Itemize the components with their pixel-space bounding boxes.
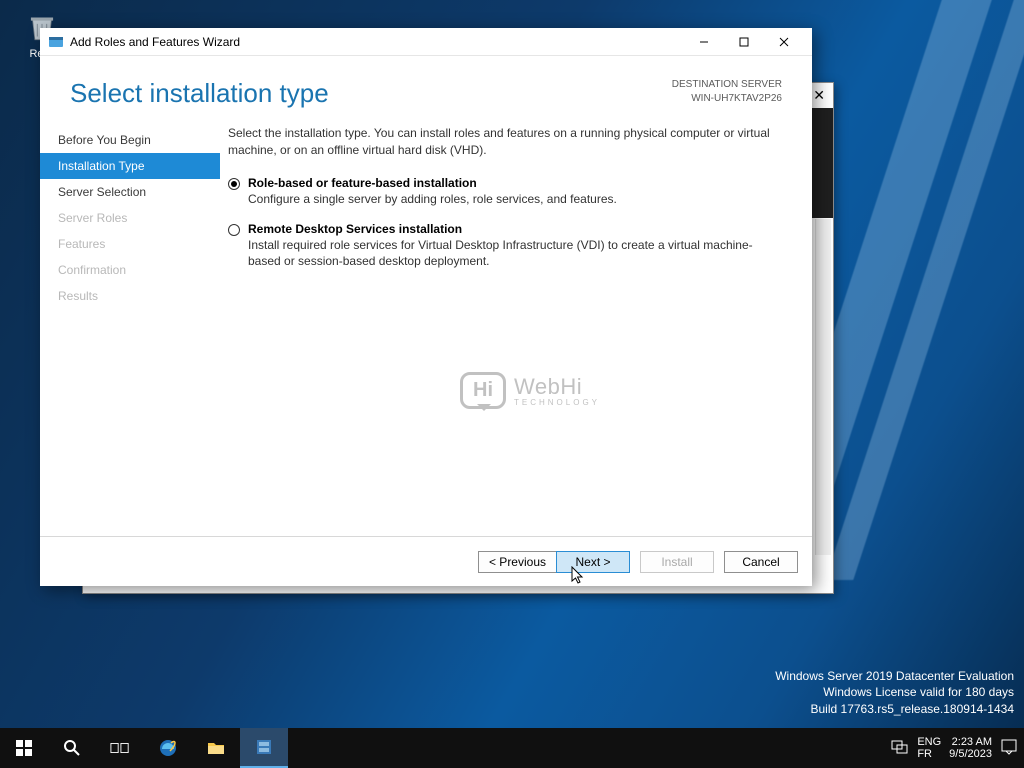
notifications-icon — [1000, 738, 1018, 756]
server-manager-button[interactable] — [240, 728, 288, 768]
wizard-steps-sidebar: Before You Begin Installation Type Serve… — [40, 125, 220, 533]
step-before-you-begin[interactable]: Before You Begin — [40, 127, 220, 153]
wizard-window: Add Roles and Features Wizard Select ins… — [40, 28, 812, 586]
language-indicator[interactable]: ENG FR — [917, 736, 941, 760]
license-watermark: Windows Server 2019 Datacenter Evaluatio… — [775, 668, 1014, 718]
option-role-based[interactable]: Role-based or feature-based installation… — [228, 176, 782, 208]
wizard-window-title: Add Roles and Features Wizard — [70, 35, 240, 49]
intro-text: Select the installation type. You can in… — [228, 125, 782, 160]
destination-label: DESTINATION SERVER — [672, 78, 782, 92]
explorer-button[interactable] — [192, 728, 240, 768]
license-line-3: Build 17763.rs5_release.180914-1434 — [775, 701, 1014, 718]
step-results: Results — [40, 283, 220, 309]
close-button[interactable] — [764, 30, 804, 54]
search-button[interactable] — [48, 728, 96, 768]
server-manager-icon — [254, 737, 274, 757]
network-tray-icon[interactable] — [891, 739, 909, 758]
wizard-content: Select the installation type. You can in… — [220, 125, 812, 533]
search-icon — [62, 738, 82, 758]
wizard-header: Select installation type DESTINATION SER… — [40, 56, 812, 115]
destination-value: WIN-UH7KTAV2P26 — [672, 92, 782, 106]
clock-time: 2:23 AM — [949, 736, 992, 748]
clock[interactable]: 2:23 AM 9/5/2023 — [949, 736, 992, 760]
wizard-footer: < Previous Next > Install Cancel — [40, 536, 812, 586]
taskbar: ENG FR 2:23 AM 9/5/2023 — [0, 728, 1024, 768]
file-explorer-icon — [206, 738, 226, 758]
task-view-icon — [110, 738, 130, 758]
step-server-roles: Server Roles — [40, 205, 220, 231]
step-installation-type[interactable]: Installation Type — [40, 153, 220, 179]
destination-server: DESTINATION SERVER WIN-UH7KTAV2P26 — [672, 78, 782, 105]
task-view-button[interactable] — [96, 728, 144, 768]
lang-primary: ENG — [917, 736, 941, 748]
network-icon — [891, 739, 909, 755]
maximize-button[interactable] — [724, 30, 764, 54]
notifications-button[interactable] — [1000, 738, 1018, 759]
bg-window-scrollbar[interactable] — [815, 219, 831, 555]
radio-role-based[interactable] — [228, 178, 240, 190]
radio-rds[interactable] — [228, 224, 240, 236]
option-rds-desc: Install required role services for Virtu… — [248, 237, 782, 271]
option-rds[interactable]: Remote Desktop Services installation Ins… — [228, 222, 782, 271]
option-role-based-desc: Configure a single server by adding role… — [248, 191, 782, 208]
clock-date: 9/5/2023 — [949, 748, 992, 760]
step-server-selection[interactable]: Server Selection — [40, 179, 220, 205]
step-features: Features — [40, 231, 220, 257]
next-button[interactable]: Next > — [556, 551, 630, 573]
wizard-app-icon — [48, 34, 64, 50]
windows-icon — [14, 738, 34, 758]
ie-button[interactable] — [144, 728, 192, 768]
license-line-2: Windows License valid for 180 days — [775, 684, 1014, 701]
bg-window-close-icon[interactable]: ✕ — [813, 87, 825, 104]
wizard-titlebar[interactable]: Add Roles and Features Wizard — [40, 28, 812, 56]
install-button: Install — [640, 551, 714, 573]
previous-button[interactable]: < Previous — [478, 551, 556, 573]
desktop-light-beams — [804, 0, 1024, 560]
internet-explorer-icon — [158, 738, 178, 758]
license-line-1: Windows Server 2019 Datacenter Evaluatio… — [775, 668, 1014, 685]
lang-secondary: FR — [917, 748, 941, 760]
start-button[interactable] — [0, 728, 48, 768]
option-role-based-title: Role-based or feature-based installation — [248, 176, 782, 190]
step-confirmation: Confirmation — [40, 257, 220, 283]
cancel-button[interactable]: Cancel — [724, 551, 798, 573]
page-title: Select installation type — [70, 78, 672, 109]
minimize-button[interactable] — [684, 30, 724, 54]
option-rds-title: Remote Desktop Services installation — [248, 222, 782, 236]
